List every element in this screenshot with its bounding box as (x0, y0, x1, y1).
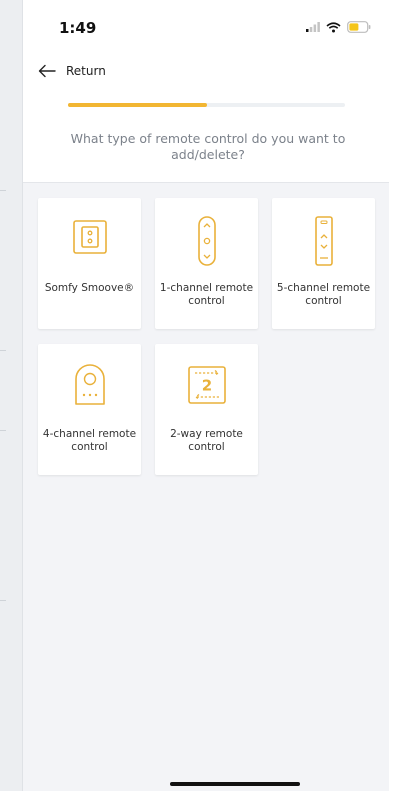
wizard-question: What type of remote control do you want … (70, 131, 346, 162)
status-icons (306, 21, 371, 33)
remote-option-5-channel[interactable]: 5-channel remote control (272, 198, 375, 329)
remote-option-label: 5-channel remote control (276, 282, 371, 307)
remote-option-somfy-smoove[interactable]: Somfy Smoove® (38, 198, 141, 329)
arrow-left-icon (38, 64, 56, 78)
five-channel-remote-icon (314, 216, 333, 266)
remote-option-2-way[interactable]: 2 2-way remote control (155, 344, 258, 475)
signal-icon (306, 22, 320, 32)
status-time: 1:49 (59, 19, 97, 37)
home-indicator (170, 782, 300, 786)
status-bar: 1:49 (23, 0, 389, 52)
wifi-icon (326, 21, 341, 32)
background-page-strip (0, 0, 23, 791)
remote-option-1-channel[interactable]: 1-channel remote control (155, 198, 258, 329)
remote-option-4-channel[interactable]: 4-channel remote control (38, 344, 141, 475)
remote-option-label: Somfy Smoove® (44, 282, 135, 294)
svg-text:2: 2 (201, 377, 211, 395)
remote-option-label: 2-way remote control (170, 428, 243, 453)
remote-option-label: 1-channel remote control (159, 282, 254, 307)
battery-icon (347, 21, 371, 33)
return-button[interactable]: Return (38, 60, 106, 82)
return-label: Return (66, 64, 106, 78)
wizard-progress-fill (68, 103, 207, 107)
smoove-switch-icon (72, 220, 107, 254)
right-edge-strip (389, 0, 396, 791)
remote-option-label: 4-channel remote control (42, 428, 137, 453)
one-channel-remote-icon (197, 216, 216, 266)
remote-type-sheet: 1:49 Return What type of remote control … (23, 0, 389, 791)
two-way-remote-icon: 2 (187, 366, 226, 404)
wizard-progress-bar (68, 103, 345, 107)
four-channel-remote-icon (74, 364, 105, 405)
